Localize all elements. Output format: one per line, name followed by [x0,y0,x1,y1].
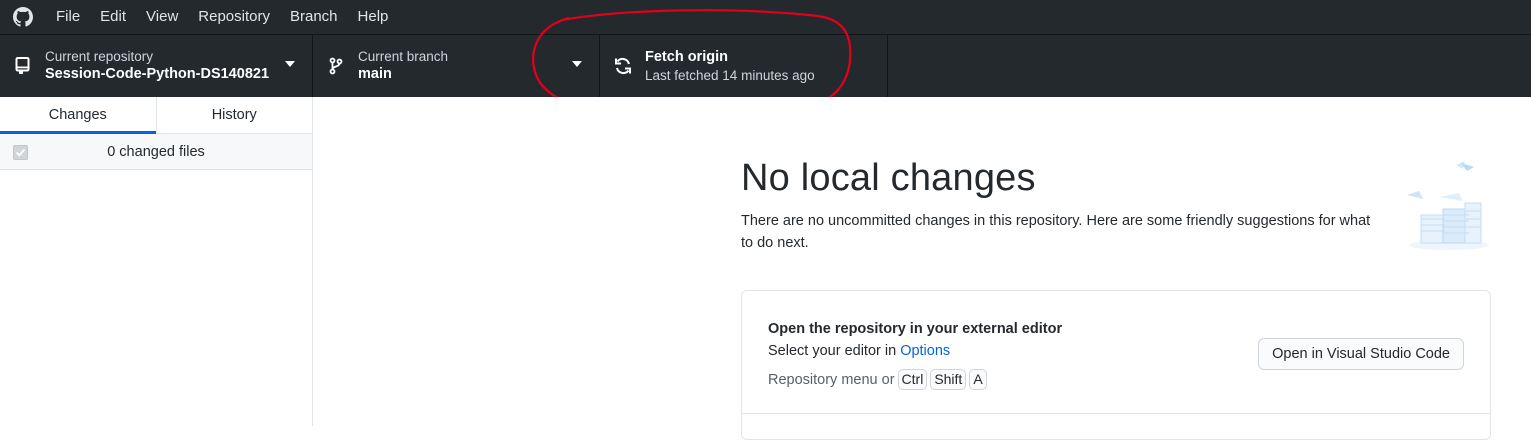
key-ctrl: Ctrl [897,369,928,390]
current-repository-name: Session-Code-Python-DS140821 [45,66,270,82]
chevron-down-icon [285,61,295,67]
suggestion-title: Open the repository in your external edi… [768,321,1063,337]
current-branch-name: main [358,66,392,82]
menu-repository[interactable]: Repository [188,0,280,34]
keyboard-shortcut: Repository menu or Ctrl Shift A [768,369,987,390]
suggestion-description-text: Select your editor in [768,343,901,359]
github-logo-icon [0,0,46,34]
suggestion-description: Select your editor in Options [768,343,950,359]
current-repository-label: Current repository [45,49,154,64]
checkbox-icon [15,148,26,157]
page-description: There are no uncommitted changes in this… [741,213,1371,251]
menu-file[interactable]: File [46,0,90,34]
shortcut-prefix: Repository menu or [768,371,895,388]
current-branch-label: Current branch [358,49,449,64]
last-fetched-text: Last fetched 14 minutes ago [645,68,815,83]
suggestion-card-open-editor: Open the repository in your external edi… [741,290,1491,440]
select-all-checkbox[interactable] [13,145,28,160]
current-repository-button[interactable]: Current repository Session-Code-Python-D… [0,35,313,97]
fetch-origin-label: Fetch origin [645,49,728,65]
menu-edit[interactable]: Edit [90,0,136,34]
repo-icon [0,57,45,75]
open-in-vscode-button[interactable]: Open in Visual Studio Code [1258,338,1464,370]
card-divider [742,413,1490,414]
page-title: No local changes [741,157,1036,199]
current-branch-button[interactable]: Current branch main [313,35,600,97]
empty-state-illustration-icon [1407,161,1489,250]
key-a: A [969,369,987,390]
toolbar: Current repository Session-Code-Python-D… [0,34,1531,97]
options-link[interactable]: Options [900,343,950,359]
changed-files-row: 0 changed files [0,134,312,170]
key-shift: Shift [930,369,967,390]
changed-files-count: 0 changed files [107,143,205,160]
sidebar: Changes History 0 changed files [0,97,313,426]
sync-icon [600,56,645,76]
fetch-origin-button[interactable]: Fetch origin Last fetched 14 minutes ago [600,35,888,97]
menu-bar: File Edit View Repository Branch Help [0,0,1531,34]
branch-icon [313,57,358,75]
menu-view[interactable]: View [136,0,188,34]
tab-history[interactable]: History [157,97,313,133]
sidebar-tabs: Changes History [0,97,312,134]
tab-changes[interactable]: Changes [0,97,157,134]
main-panel: No local changes There are no uncommitte… [314,97,1531,440]
menu-branch[interactable]: Branch [280,0,348,34]
menu-help[interactable]: Help [348,0,399,34]
chevron-down-icon [572,61,582,67]
